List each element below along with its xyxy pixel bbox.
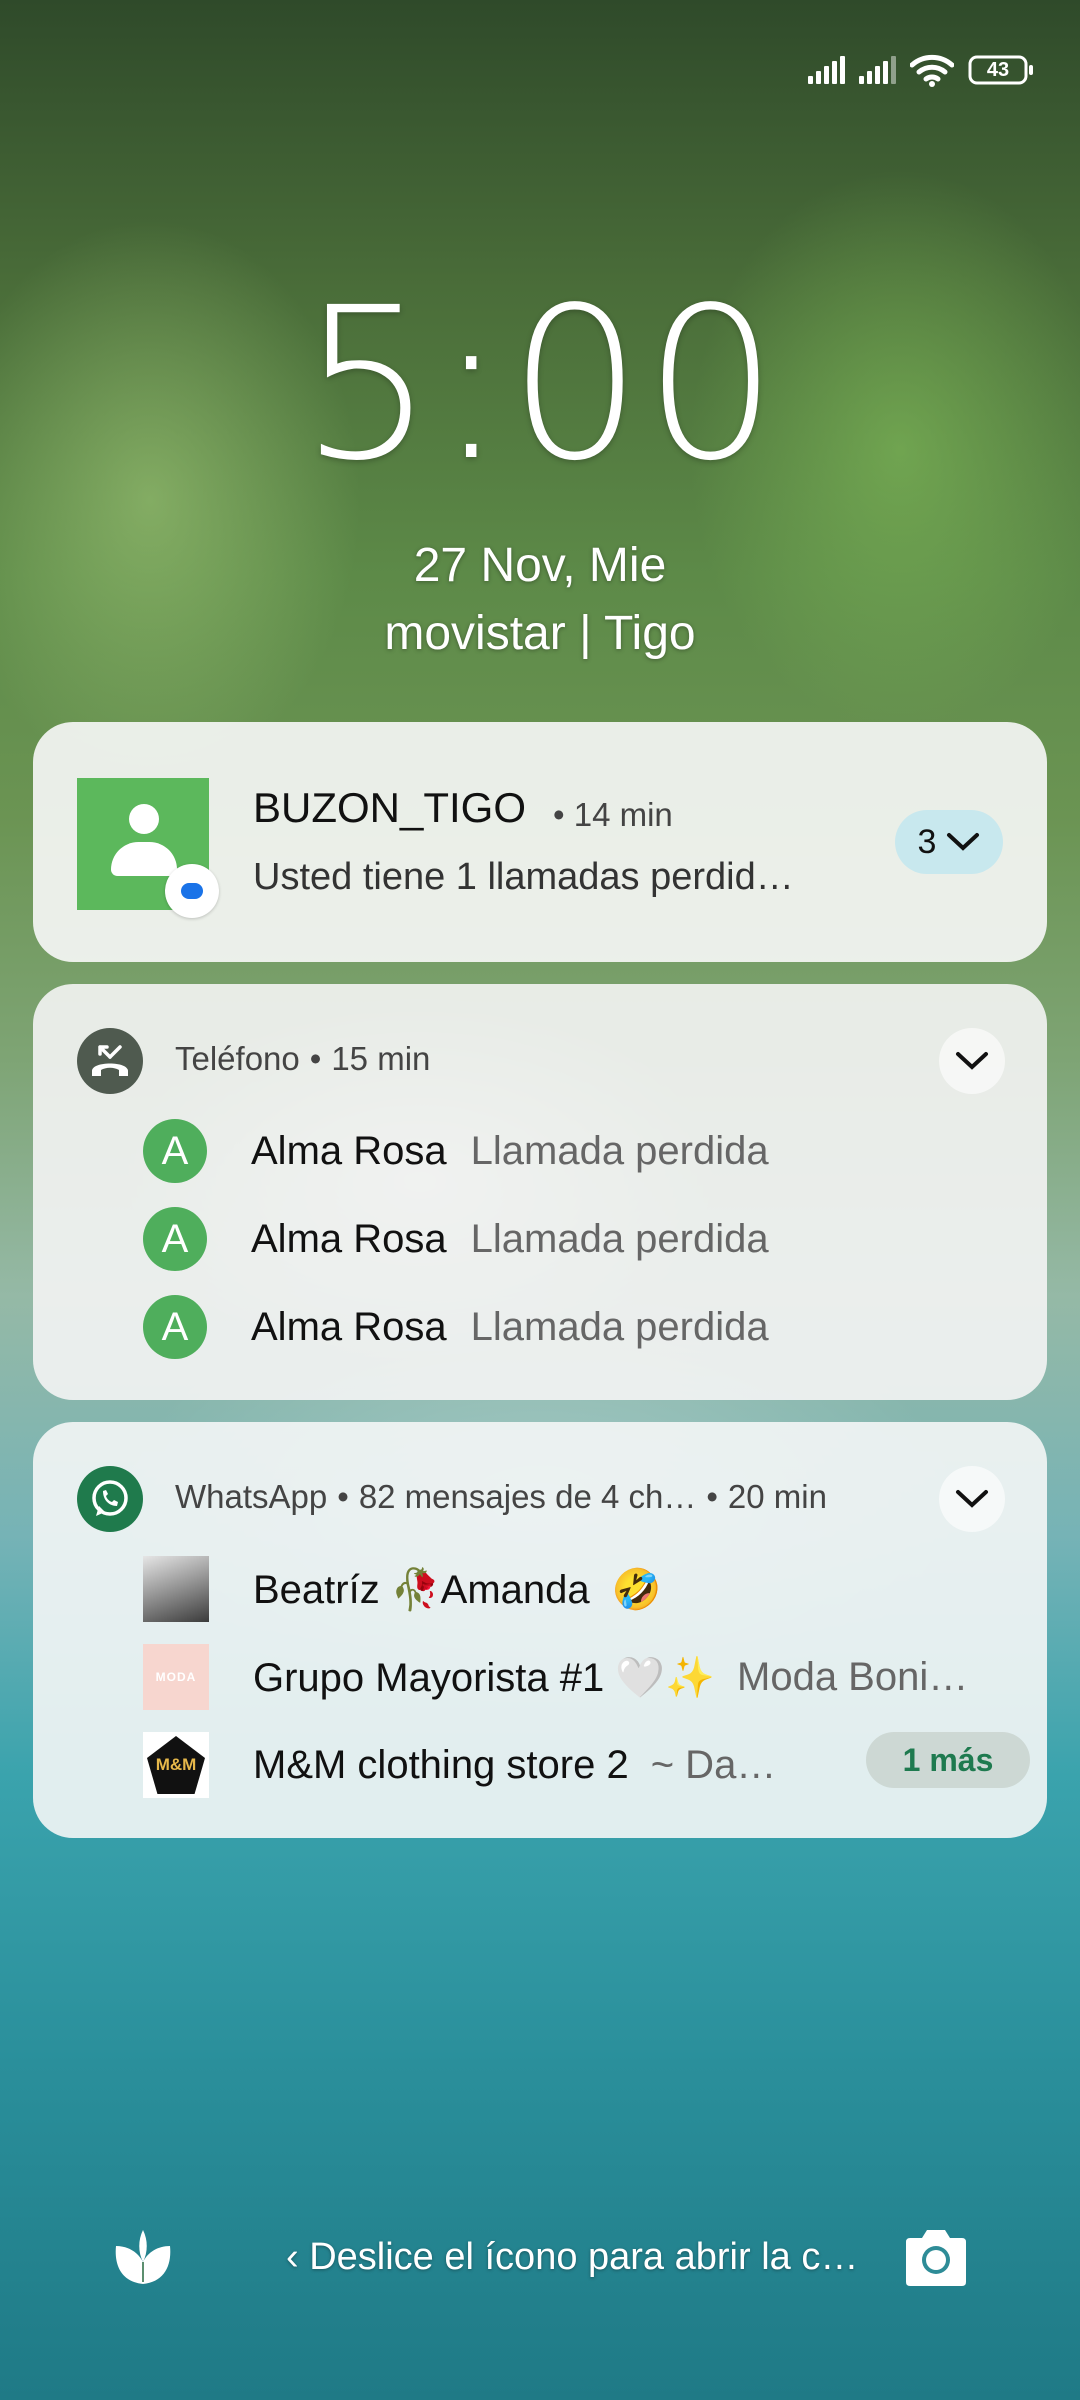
caller-name: Alma Rosa bbox=[251, 1128, 447, 1173]
messages-app-icon bbox=[165, 864, 219, 918]
contact-initial-avatar: A bbox=[143, 1295, 207, 1359]
chevron-down-icon bbox=[947, 833, 980, 851]
notification-time: 15 min bbox=[331, 1040, 431, 1077]
notification-telefono[interactable]: Teléfono • 15 min A Alma Rosa Llamada perd… bbox=[33, 984, 1047, 1400]
battery-level: 43 bbox=[986, 58, 1010, 81]
lockscreen-bottom-bar: ‹ Deslice el ícono para abrir la c… bbox=[0, 2222, 1080, 2298]
notification-count-expand-button[interactable]: 3 bbox=[895, 810, 1003, 874]
chat-avatar-logo: M&M bbox=[147, 1736, 205, 1794]
signal-icon bbox=[808, 56, 845, 84]
notification-buzon-tigo[interactable]: BUZON_TIGO • 14 min Usted tiene 1 llamad… bbox=[33, 722, 1047, 962]
call-status: Llamada perdida bbox=[470, 1216, 769, 1261]
notification-count: 3 bbox=[917, 822, 937, 861]
battery-icon: 43 bbox=[968, 55, 1034, 85]
notification-header: WhatsApp • 82 mensajes de 4 ch… • 20 min bbox=[175, 1478, 827, 1515]
wifi-icon bbox=[910, 53, 954, 87]
signal-icon bbox=[859, 56, 896, 84]
expand-button[interactable] bbox=[939, 1028, 1005, 1094]
status-bar: 43 bbox=[808, 52, 1034, 88]
missed-call-row[interactable]: A Alma Rosa Llamada perdida bbox=[143, 1292, 769, 1362]
chat-message: Moda Boni… bbox=[737, 1654, 969, 1699]
app-name: WhatsApp bbox=[175, 1478, 328, 1515]
whatsapp-icon bbox=[77, 1466, 143, 1532]
chat-row[interactable]: Beatríz 🥀Amanda 🤣 bbox=[143, 1554, 661, 1624]
lockscreen-date: 27 Nov, Mie bbox=[413, 539, 667, 592]
chat-name: Beatríz 🥀Amanda bbox=[253, 1567, 590, 1612]
call-status: Llamada perdida bbox=[470, 1128, 769, 1173]
chevron-down-icon bbox=[956, 1490, 988, 1508]
expand-button[interactable] bbox=[939, 1466, 1005, 1532]
chat-name: M&M clothing store 2 bbox=[253, 1742, 629, 1787]
notification-header: Teléfono • 15 min bbox=[175, 1040, 431, 1077]
contact-initial-avatar: A bbox=[143, 1119, 207, 1183]
app-name: Teléfono bbox=[175, 1040, 300, 1077]
more-messages-button[interactable]: 1 más bbox=[866, 1732, 1030, 1788]
caller-name: Alma Rosa bbox=[251, 1216, 447, 1261]
missed-call-icon bbox=[77, 1028, 143, 1094]
chat-name: Grupo Mayorista #1 🤍✨ bbox=[253, 1655, 715, 1700]
contact-initial-avatar: A bbox=[143, 1207, 207, 1271]
notification-whatsapp[interactable]: WhatsApp • 82 mensajes de 4 ch… • 20 min Bea… bbox=[33, 1422, 1047, 1838]
chat-row[interactable]: MODA Grupo Mayorista #1 🤍✨ Moda Boni… bbox=[143, 1642, 968, 1712]
call-status: Llamada perdida bbox=[470, 1304, 769, 1349]
chat-avatar: M&M bbox=[143, 1732, 209, 1798]
caller-name: Alma Rosa bbox=[251, 1304, 447, 1349]
notification-title: BUZON_TIGO bbox=[253, 784, 527, 831]
lockscreen-clock: 5:00 bbox=[300, 262, 780, 507]
notification-body: Usted tiene 1 llamadas perdid… bbox=[253, 856, 794, 898]
chat-row[interactable]: M&M M&M clothing store 2 ~ Da… bbox=[143, 1730, 776, 1800]
missed-call-row[interactable]: A Alma Rosa Llamada perdida bbox=[143, 1116, 769, 1186]
chat-message: 🤣 bbox=[611, 1567, 662, 1612]
chat-avatar: MODA bbox=[143, 1644, 209, 1710]
notification-time: 20 min bbox=[727, 1478, 827, 1515]
chat-avatar bbox=[143, 1556, 209, 1622]
missed-call-row[interactable]: A Alma Rosa Llamada perdida bbox=[143, 1204, 769, 1274]
camera-icon[interactable] bbox=[900, 2226, 972, 2290]
chevron-down-icon bbox=[956, 1052, 988, 1070]
chat-message: ~ Da… bbox=[650, 1742, 777, 1787]
leaf-icon[interactable] bbox=[108, 2222, 178, 2292]
notification-time: • 14 min bbox=[553, 796, 673, 833]
swipe-hint: ‹ Deslice el ícono para abrir la c… bbox=[286, 2236, 859, 2278]
carrier-name: movistar | Tigo bbox=[384, 607, 696, 660]
notification-summary: 82 mensajes de 4 ch… bbox=[358, 1478, 697, 1515]
